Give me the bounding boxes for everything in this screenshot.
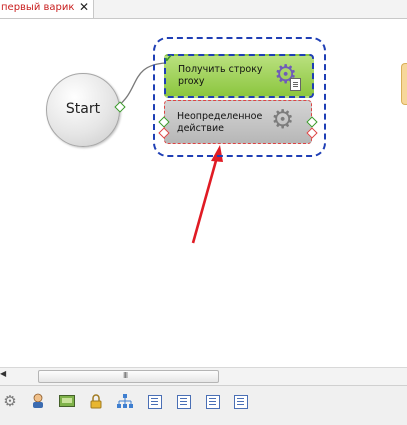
horizontal-scrollbar[interactable]: ◀ III [0,367,407,385]
list-icon [177,395,191,409]
check-icon: ✔ [164,52,174,65]
grey-node-label-line2: действие [177,123,224,134]
green-node-label-line1: Получить строку [178,64,263,75]
user-button[interactable] [29,392,47,410]
list-icon [206,395,220,409]
image-button[interactable] [58,392,76,410]
offscreen-node-edge[interactable] [401,63,407,105]
document-icon [290,78,301,91]
annotation-arrow [191,156,219,244]
close-icon[interactable]: ✕ [79,0,89,14]
bottom-toolbar: ⚙ [0,385,407,425]
workflow-canvas[interactable]: Start Получить строку proxy ⚙ ✔ Неопреде… [0,19,407,367]
gear-icon: ⚙ [271,105,295,135]
list-button-2[interactable] [174,392,192,410]
list-button-3[interactable] [203,392,221,410]
undefined-action-node[interactable]: Неопределенное действие ⚙ [164,100,312,144]
scroll-left-icon[interactable]: ◀ [0,369,6,378]
green-node-label: Получить строку proxy [178,64,263,88]
list-button-1[interactable] [145,392,163,410]
list-icon [148,395,162,409]
grey-node-label: Неопределенное действие [177,111,262,135]
tab-document[interactable]: первый варик ✕ [0,0,94,18]
lock-button[interactable] [87,392,105,410]
tab-bar: первый варик ✕ [0,0,407,19]
green-node-label-line2: proxy [178,76,205,87]
start-node-label: Start [65,101,101,117]
scrollbar-thumb[interactable]: III [38,370,219,383]
settings-button[interactable]: ⚙ [1,392,19,410]
start-node[interactable]: Start [46,73,120,147]
scrollbar-grip: III [123,371,128,380]
list-icon [234,395,248,409]
lock-icon [90,393,102,408]
hierarchy-button[interactable] [116,392,134,410]
list-button-4[interactable] [231,392,249,410]
hierarchy-icon [117,393,133,408]
gear-icon: ⚙ [3,392,17,410]
user-icon [33,393,43,408]
get-proxy-action-node[interactable]: Получить строку proxy ⚙ [164,54,314,98]
image-icon [59,395,75,407]
grey-node-label-line1: Неопределенное [177,111,263,122]
tab-title: первый варик [1,2,75,13]
